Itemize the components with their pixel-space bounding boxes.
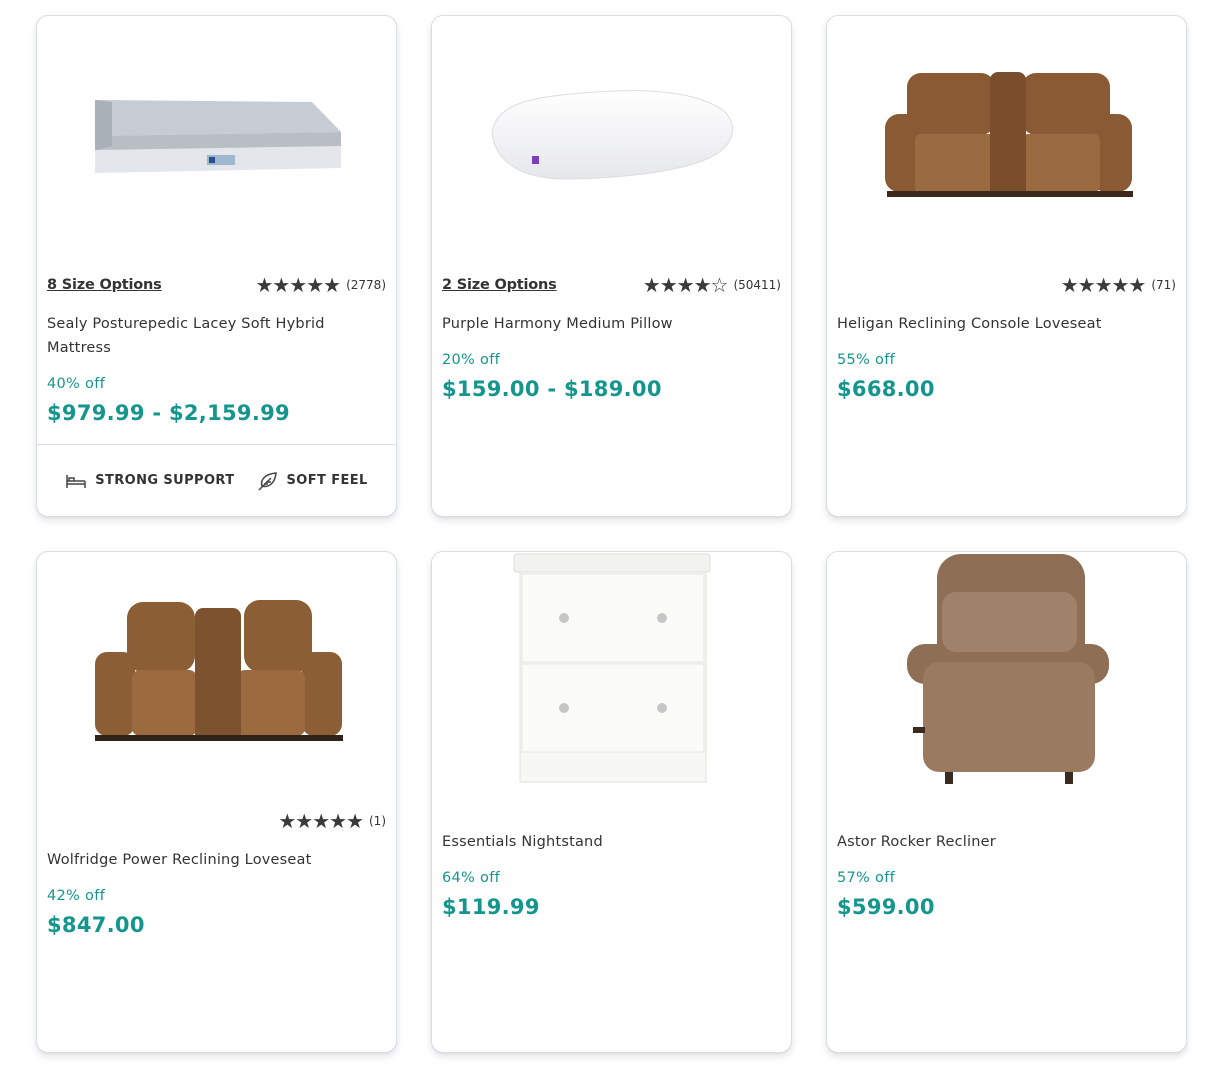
- product-card[interactable]: 2 Size Options ★★★★☆ (50411) Purple Harm…: [431, 15, 792, 517]
- product-name[interactable]: Astor Rocker Recliner: [837, 830, 1166, 854]
- price: $599.00: [837, 895, 935, 919]
- rating[interactable]: ★★★★★ (2778): [255, 275, 386, 295]
- bed-icon: [65, 473, 87, 489]
- product-image-loveseat[interactable]: [827, 16, 1186, 271]
- rating[interactable]: ★★★★★ (1): [278, 811, 386, 831]
- feather-icon: [257, 471, 279, 491]
- rating-stars: ★★★★★: [1060, 273, 1147, 297]
- product-image-recliner[interactable]: [827, 552, 1186, 792]
- product-image-nightstand[interactable]: [432, 552, 791, 792]
- rating-count: (50411): [733, 278, 781, 292]
- product-card[interactable]: Astor Rocker Recliner 57% off $599.00: [826, 551, 1187, 1053]
- product-card[interactable]: 8 Size Options ★★★★★ (2778) Sealy Postur…: [36, 15, 397, 517]
- product-card[interactable]: ★★★★★ (1) Wolfridge Power Reclining Love…: [36, 551, 397, 1053]
- discount-label: 64% off: [442, 870, 501, 886]
- discount-label: 55% off: [837, 352, 896, 368]
- discount-label: 57% off: [837, 870, 896, 886]
- product-name[interactable]: Purple Harmony Medium Pillow: [442, 312, 771, 336]
- discount-label: 20% off: [442, 352, 501, 368]
- price: $159.00 - $189.00: [442, 377, 662, 401]
- rating-count: (1): [369, 814, 386, 828]
- product-card[interactable]: ★★★★★ (71) Heligan Reclining Console Lov…: [826, 15, 1187, 517]
- product-meta: 8 Size Options ★★★★★ (2778): [47, 274, 386, 296]
- feature-soft-feel: SOFT FEEL: [257, 471, 368, 491]
- product-meta: ★★★★★ (71): [837, 274, 1176, 296]
- rating-stars: ★★★★★: [255, 273, 341, 297]
- product-image-mattress[interactable]: [37, 16, 396, 271]
- discount-label: 42% off: [47, 888, 106, 904]
- rating-stars: ★★★★★: [278, 809, 364, 833]
- product-grid: 8 Size Options ★★★★★ (2778) Sealy Postur…: [36, 15, 1187, 1053]
- product-name[interactable]: Sealy Posturepedic Lacey Soft Hybrid Mat…: [47, 312, 376, 360]
- size-options-link[interactable]: 8 Size Options: [47, 277, 162, 293]
- rating-count: (71): [1151, 278, 1176, 292]
- price: $847.00: [47, 913, 145, 937]
- feature-strong-support: STRONG SUPPORT: [65, 473, 234, 489]
- product-name[interactable]: Essentials Nightstand: [442, 830, 771, 854]
- rating[interactable]: ★★★★★ (71): [1061, 275, 1176, 295]
- price: $979.99 - $2,159.99: [47, 401, 290, 425]
- product-name[interactable]: Heligan Reclining Console Loveseat: [837, 312, 1166, 336]
- product-card[interactable]: Essentials Nightstand 64% off $119.99: [431, 551, 792, 1053]
- product-name[interactable]: Wolfridge Power Reclining Loveseat: [47, 848, 376, 872]
- product-meta: ★★★★★ (1): [47, 810, 386, 832]
- discount-label: 40% off: [47, 376, 106, 392]
- rating-count: (2778): [346, 278, 386, 292]
- rating[interactable]: ★★★★☆ (50411): [643, 275, 781, 295]
- price: $119.99: [442, 895, 540, 919]
- product-image-power-loveseat[interactable]: [37, 552, 396, 807]
- size-options-link[interactable]: 2 Size Options: [442, 277, 557, 293]
- rating-stars: ★★★★☆: [642, 273, 729, 297]
- feature-list: STRONG SUPPORT SOFT FEEL: [37, 444, 396, 516]
- price: $668.00: [837, 377, 935, 401]
- product-meta: 2 Size Options ★★★★☆ (50411): [442, 274, 781, 296]
- product-image-pillow[interactable]: [432, 16, 791, 271]
